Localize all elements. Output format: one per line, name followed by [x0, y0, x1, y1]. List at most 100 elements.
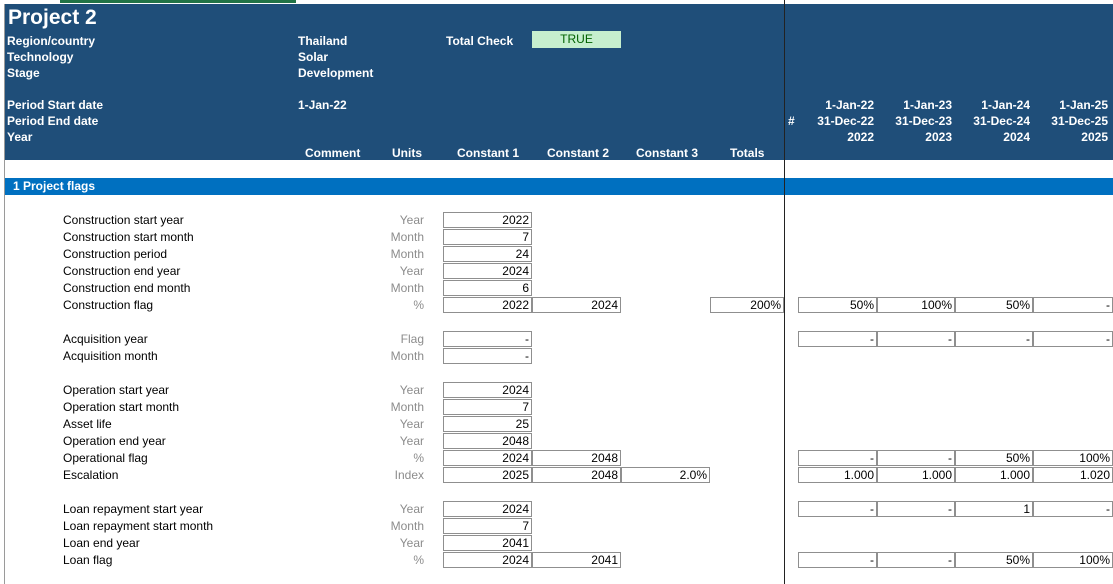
timeline-cell[interactable]: 1.020 [1033, 467, 1113, 483]
constant1-cell[interactable]: 2048 [443, 433, 532, 449]
row-label[interactable]: Construction flag [63, 298, 153, 312]
timeline-year-3[interactable]: 2024 [955, 130, 1030, 144]
col-header-constant2[interactable]: Constant 2 [547, 146, 609, 160]
timeline-cell[interactable]: 50% [798, 297, 877, 313]
row-label[interactable]: Construction end month [63, 281, 190, 295]
timeline-cell[interactable]: 100% [1033, 450, 1113, 466]
row-unit[interactable]: % [366, 451, 424, 465]
totals-cell[interactable]: 200% [710, 297, 784, 313]
row-label[interactable]: Construction end year [63, 264, 180, 278]
total-check-value[interactable]: TRUE [532, 31, 621, 48]
constant1-cell[interactable]: 2024 [443, 552, 532, 568]
row-label[interactable]: Acquisition month [63, 349, 158, 363]
timeline-cell[interactable]: - [955, 331, 1033, 347]
col-header-constant1[interactable]: Constant 1 [457, 146, 519, 160]
row-label[interactable]: Acquisition year [63, 332, 148, 346]
period-start-value[interactable]: 1-Jan-22 [298, 98, 347, 112]
constant1-cell[interactable]: 2024 [443, 450, 532, 466]
row-label[interactable]: Asset life [63, 417, 112, 431]
technology-label[interactable]: Technology [7, 50, 73, 64]
row-unit[interactable]: Month [366, 519, 424, 533]
constant2-cell[interactable]: 2048 [532, 450, 621, 466]
row-unit[interactable]: Year [366, 434, 424, 448]
row-label[interactable]: Loan end year [63, 536, 140, 550]
constant3-cell[interactable]: 2.0% [621, 467, 710, 483]
timeline-year-4[interactable]: 2025 [1033, 130, 1108, 144]
constant1-cell[interactable]: 2024 [443, 382, 532, 398]
col-header-constant3[interactable]: Constant 3 [636, 146, 698, 160]
constant1-cell[interactable]: 7 [443, 229, 532, 245]
timeline-cell[interactable]: 50% [955, 450, 1033, 466]
row-unit[interactable]: Month [366, 281, 424, 295]
timeline-start-3[interactable]: 1-Jan-24 [955, 98, 1030, 112]
project-title[interactable]: Project 2 [8, 6, 97, 30]
region-value[interactable]: Thailand [298, 34, 347, 48]
row-label[interactable]: Construction start month [63, 230, 194, 244]
technology-value[interactable]: Solar [298, 50, 328, 64]
row-unit[interactable]: Month [366, 247, 424, 261]
row-unit[interactable]: Month [366, 230, 424, 244]
row-unit[interactable]: Year [366, 417, 424, 431]
constant2-cell[interactable]: 2048 [532, 467, 621, 483]
timeline-cell[interactable]: 50% [955, 297, 1033, 313]
constant1-cell[interactable]: 7 [443, 399, 532, 415]
row-unit[interactable]: % [366, 298, 424, 312]
constant1-cell[interactable]: 2024 [443, 501, 532, 517]
row-unit[interactable]: Year [366, 383, 424, 397]
timeline-cell[interactable]: - [798, 450, 877, 466]
constant1-cell[interactable]: 2025 [443, 467, 532, 483]
constant1-cell[interactable]: 2022 [443, 212, 532, 228]
timeline-start-2[interactable]: 1-Jan-23 [877, 98, 952, 112]
constant1-cell[interactable]: 2024 [443, 263, 532, 279]
timeline-cell[interactable]: 1.000 [955, 467, 1033, 483]
timeline-cell[interactable]: 1.000 [877, 467, 955, 483]
constant1-cell[interactable]: - [443, 331, 532, 347]
constant1-cell[interactable]: 2022 [443, 297, 532, 313]
col-header-totals[interactable]: Totals [730, 146, 764, 160]
row-label[interactable]: Escalation [63, 468, 118, 482]
timeline-cell[interactable]: - [1033, 297, 1113, 313]
timeline-end-2[interactable]: 31-Dec-23 [877, 114, 952, 128]
row-unit[interactable]: Year [366, 213, 424, 227]
timeline-end-1[interactable]: 31-Dec-22 [798, 114, 874, 128]
timeline-cell[interactable]: - [798, 552, 877, 568]
row-label[interactable]: Loan flag [63, 553, 112, 567]
timeline-end-3[interactable]: 31-Dec-24 [955, 114, 1030, 128]
timeline-cell[interactable]: 1 [955, 501, 1033, 517]
row-unit[interactable]: Year [366, 264, 424, 278]
row-label[interactable]: Construction start year [63, 213, 184, 227]
timeline-cell[interactable]: - [798, 501, 877, 517]
row-label[interactable]: Construction period [63, 247, 167, 261]
timeline-cell[interactable]: - [877, 331, 955, 347]
row-label[interactable]: Operation start month [63, 400, 179, 414]
timeline-cell[interactable]: - [877, 501, 955, 517]
timeline-year-2[interactable]: 2023 [877, 130, 952, 144]
timeline-start-1[interactable]: 1-Jan-22 [798, 98, 874, 112]
year-label[interactable]: Year [7, 130, 32, 144]
row-unit[interactable]: Flag [366, 332, 424, 346]
row-label[interactable]: Loan repayment start month [63, 519, 213, 533]
timeline-cell[interactable]: - [1033, 331, 1113, 347]
constant2-cell[interactable]: 2041 [532, 552, 621, 568]
timeline-cell[interactable]: 100% [877, 297, 955, 313]
col-header-comment[interactable]: Comment [305, 146, 360, 160]
row-label[interactable]: Operation start year [63, 383, 169, 397]
row-unit[interactable]: Month [366, 400, 424, 414]
timeline-cell[interactable]: 100% [1033, 552, 1113, 568]
period-end-label[interactable]: Period End date [7, 114, 98, 128]
timeline-cell[interactable]: - [1033, 501, 1113, 517]
timeline-end-4[interactable]: 31-Dec-25 [1033, 114, 1108, 128]
hash-marker[interactable]: # [788, 114, 795, 128]
timeline-cell[interactable]: - [877, 450, 955, 466]
row-unit[interactable]: Index [366, 468, 424, 482]
constant1-cell[interactable]: 24 [443, 246, 532, 262]
constant1-cell[interactable]: - [443, 348, 532, 364]
row-unit[interactable]: Year [366, 502, 424, 516]
region-label[interactable]: Region/country [7, 34, 95, 48]
timeline-cell[interactable]: - [877, 552, 955, 568]
row-label[interactable]: Operational flag [63, 451, 148, 465]
constant1-cell[interactable]: 7 [443, 518, 532, 534]
total-check-label[interactable]: Total Check [446, 34, 513, 48]
section-header[interactable]: 1 Project flags [5, 178, 1113, 195]
timeline-year-1[interactable]: 2022 [798, 130, 874, 144]
